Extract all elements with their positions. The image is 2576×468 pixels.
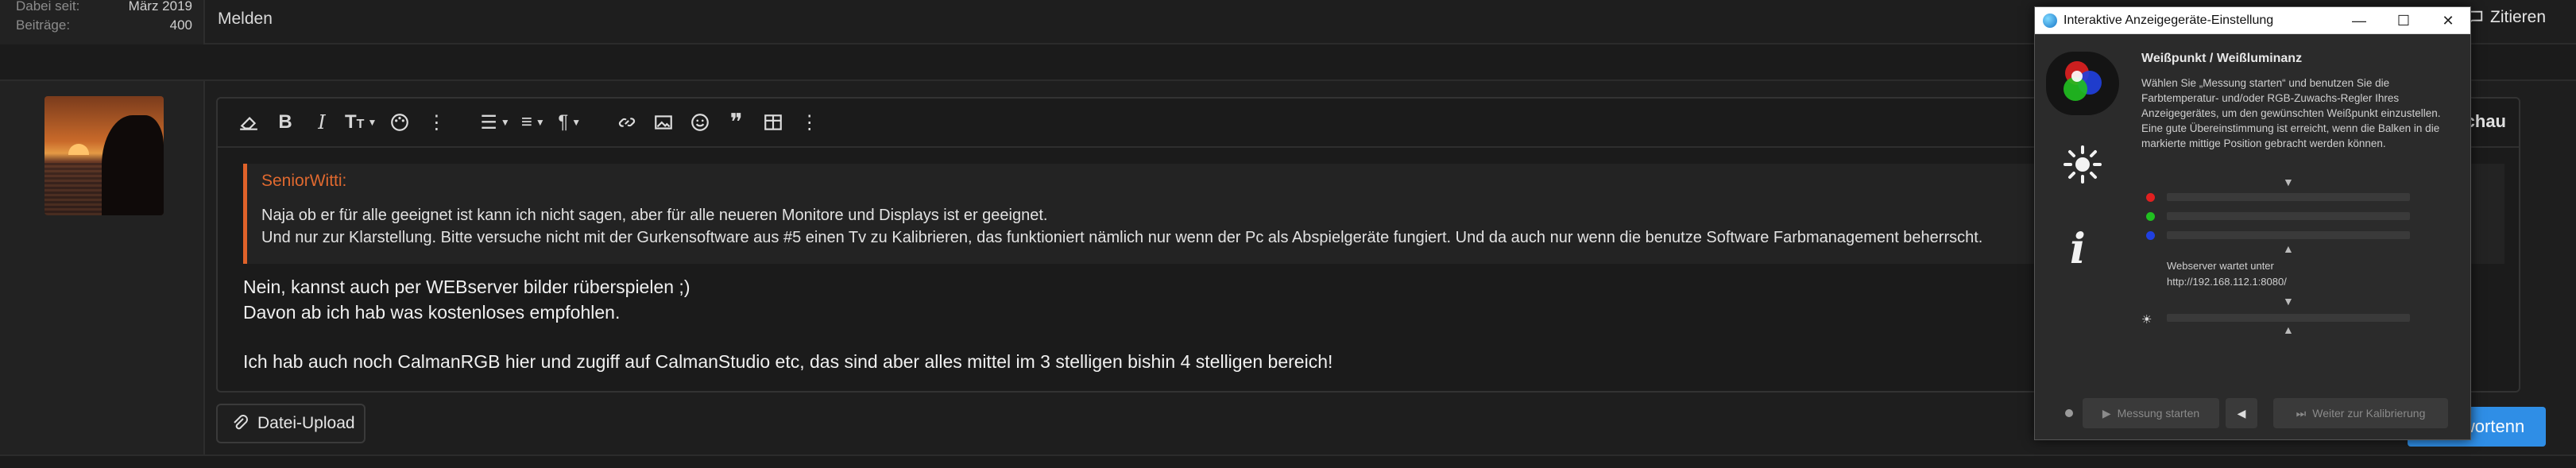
green-dot-icon	[2146, 212, 2155, 221]
emoji-button[interactable]	[687, 106, 714, 138]
blue-level-bar	[2167, 231, 2410, 239]
server-status-line-1: Webserver wartet unter	[2167, 260, 2274, 272]
close-button[interactable]: ✕	[2426, 7, 2470, 34]
close-icon: ✕	[2442, 12, 2454, 29]
start-measurement-label: Messung starten	[2117, 407, 2200, 420]
minimize-button[interactable]: —	[2337, 7, 2381, 34]
paragraph-button[interactable]: ¶ ▼	[556, 106, 583, 138]
posts-value: 400	[169, 17, 192, 33]
joined-value: März 2019	[128, 0, 192, 14]
font-size-button[interactable]: TT ▼	[345, 106, 377, 138]
dialog-titlebar[interactable]: Interaktive Anzeigegeräte-Einstellung — …	[2035, 7, 2470, 34]
rgb-orb-icon[interactable]	[2046, 52, 2119, 115]
table-button[interactable]	[760, 106, 787, 138]
list-button[interactable]: ☰ ▼	[480, 106, 509, 138]
top-marker-icon: ▼	[2283, 176, 2294, 188]
align-left-icon: ≡	[520, 111, 532, 133]
reply-avatar-column	[0, 81, 205, 454]
dialog-description: Wählen Sie „Messung starten“ und benutze…	[2141, 77, 2441, 149]
message-line-3[interactable]: Ich hab auch noch CalmanRGB hier und zug…	[243, 351, 1332, 373]
more-insert-options-button[interactable]: ⋮	[796, 106, 823, 138]
quote-author[interactable]: SeniorWitti:	[261, 172, 346, 191]
bottom-marker-icon: ▲	[2283, 242, 2294, 255]
maximize-icon: ☐	[2396, 12, 2411, 29]
quote-marks-icon: ❞	[729, 109, 743, 136]
blue-dot-icon	[2146, 231, 2155, 240]
skip-forward-icon: ⏭	[2296, 406, 2307, 420]
green-level-bar	[2167, 212, 2410, 220]
italic-icon: I	[318, 111, 326, 133]
clear-format-button[interactable]	[235, 106, 262, 138]
luminance-level-bar	[2167, 314, 2410, 322]
dialog-heading: Weißpunkt / Weißluminanz	[2141, 52, 2303, 65]
luminance-top-marker-icon: ▼	[2283, 295, 2294, 307]
more-text-options-button[interactable]: ⋮	[423, 106, 450, 138]
quote-line-2: Und nur zur Klarstellung. Bitte versuche…	[261, 229, 1983, 246]
message-line-2[interactable]: Davon ab ich hab was kostenloses empfohl…	[243, 302, 620, 323]
file-upload-button[interactable]: Datei-Upload	[216, 404, 366, 443]
red-dot-icon	[2146, 193, 2155, 202]
link-button[interactable]	[613, 106, 640, 138]
luminance-bottom-marker-icon: ▲	[2283, 323, 2294, 336]
red-level-bar	[2167, 193, 2410, 201]
dialog-title: Interaktive Anzeigegeräte-Einstellung	[2064, 13, 2274, 27]
server-status-url[interactable]: http://192.168.112.1:8080/	[2167, 276, 2287, 288]
play-icon: ▶	[2102, 406, 2111, 420]
back-icon: ◀	[2237, 406, 2246, 420]
posts-label: Beiträge:	[16, 17, 71, 33]
text-size-icon: TT	[345, 111, 365, 133]
posts-row: Beiträge: 400	[16, 17, 192, 33]
list-icon: ☰	[480, 111, 497, 133]
align-button[interactable]: ≡ ▼	[520, 106, 547, 138]
avatar[interactable]	[44, 96, 164, 215]
quote-link[interactable]: Zitieren	[2466, 8, 2546, 27]
message-line-1[interactable]: Nein, kannst auch per WEBserver bilder r…	[243, 277, 690, 298]
user-meta: Dabei seit: März 2019 Beiträge: 400	[0, 0, 205, 44]
image-button[interactable]	[650, 106, 677, 138]
app-icon	[2043, 13, 2057, 28]
next-calibration-label: Weiter zur Kalibrierung	[2312, 407, 2426, 420]
quote-insert-button[interactable]: ❞	[723, 106, 750, 138]
eraser-icon	[240, 117, 257, 130]
color-button[interactable]	[386, 106, 413, 138]
chevron-down-icon: ▼	[367, 117, 377, 128]
minimize-icon: —	[2352, 12, 2366, 29]
bold-button[interactable]: B	[272, 106, 299, 138]
italic-button[interactable]: I	[308, 106, 335, 138]
quote-label: Zitieren	[2490, 8, 2547, 26]
link-icon	[618, 118, 635, 127]
image-icon	[654, 115, 672, 130]
next-calibration-button[interactable]: ⏭ Weiter zur Kalibrierung	[2273, 398, 2448, 428]
joined-label: Dabei seit:	[16, 0, 80, 14]
bold-icon: B	[278, 111, 292, 133]
paragraph-icon: ¶	[558, 111, 569, 133]
calibration-dialog: Interaktive Anzeigegeräte-Einstellung — …	[2034, 6, 2471, 440]
status-indicator-icon	[2065, 409, 2073, 417]
quote-line-1: Naja ob er für alle geeignet ist kann ic…	[261, 207, 1048, 224]
brightness-icon[interactable]	[2064, 145, 2102, 184]
palette-icon	[391, 114, 409, 131]
more-vertical-icon: ⋮	[427, 111, 447, 133]
paperclip-icon	[234, 415, 248, 430]
back-button[interactable]: ◀	[2226, 398, 2257, 428]
luminance-icon: ☀	[2141, 313, 2152, 327]
table-icon	[764, 114, 782, 130]
report-link[interactable]: Melden	[218, 10, 273, 29]
chevron-down-icon: ▼	[571, 117, 582, 128]
smiley-icon	[690, 114, 709, 131]
maximize-button[interactable]: ☐	[2381, 7, 2426, 34]
file-upload-label: Datei-Upload	[257, 414, 355, 432]
start-measurement-button[interactable]: ▶ Messung starten	[2083, 398, 2219, 428]
dialog-side-nav: i	[2035, 34, 2129, 441]
joined-row: Dabei seit: März 2019	[16, 0, 192, 14]
dialog-footer: ▶ Messung starten ◀ ⏭ Weiter zur Kalibri…	[2035, 398, 2470, 430]
info-icon[interactable]: i	[2070, 225, 2086, 273]
more-vertical-icon: ⋮	[799, 111, 819, 133]
chevron-down-icon: ▼	[535, 117, 545, 128]
chevron-down-icon: ▼	[500, 117, 510, 128]
